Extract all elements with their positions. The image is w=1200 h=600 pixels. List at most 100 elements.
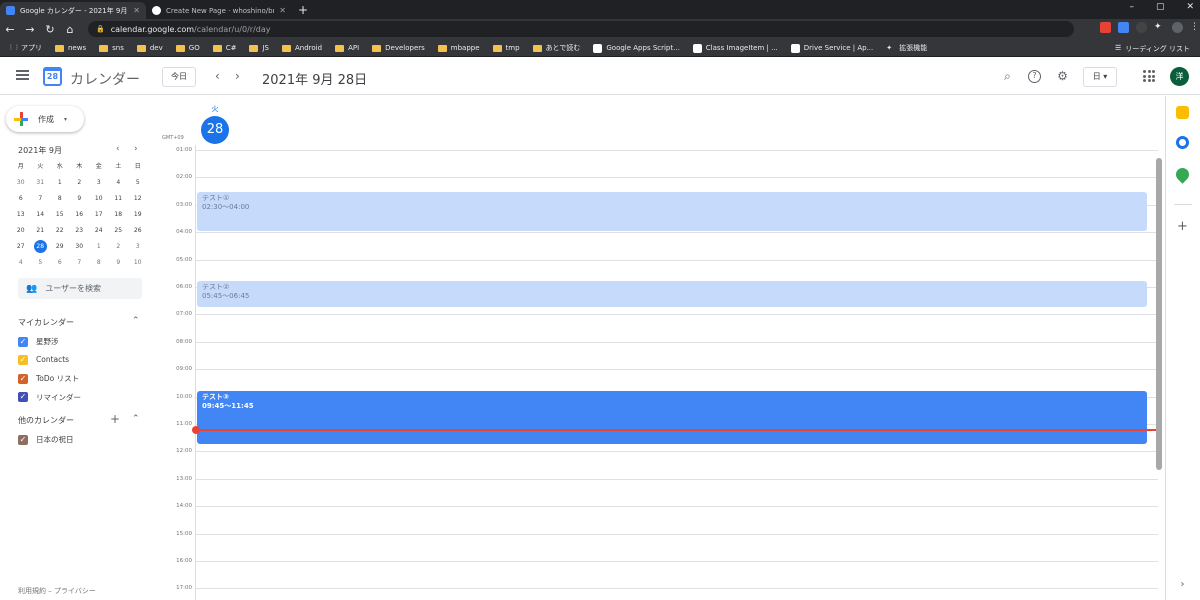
- reload-icon[interactable]: ↻: [40, 23, 60, 36]
- bookmark-item[interactable]: Class ImageItem | ...: [692, 43, 778, 53]
- bookmark-item[interactable]: sns: [99, 44, 124, 52]
- other-calendars-title[interactable]: 他のカレンダー: [18, 415, 74, 426]
- bookmark-item[interactable]: ⋮⋮ アプリ: [8, 43, 42, 53]
- bookmark-item[interactable]: Android: [281, 44, 322, 52]
- bookmark-item[interactable]: ✦ 拡張機能: [886, 43, 927, 53]
- calendar-event[interactable]: テスト① 02:30～04:00: [197, 192, 1147, 232]
- bookmark-item[interactable]: C#: [212, 44, 236, 52]
- mini-day[interactable]: 2: [70, 175, 90, 191]
- gear-icon[interactable]: ⚙: [1056, 70, 1069, 83]
- my-calendars-title[interactable]: マイカレンダー: [18, 317, 74, 328]
- mini-day[interactable]: 21: [31, 223, 51, 239]
- mini-next-icon[interactable]: ›: [134, 144, 138, 154]
- mini-day[interactable]: 5: [31, 255, 51, 271]
- bookmark-item[interactable]: GO: [175, 44, 200, 52]
- menu-kebab-icon[interactable]: ⋮: [1190, 22, 1199, 33]
- bookmark-item[interactable]: JS: [249, 44, 269, 52]
- puzzle-icon[interactable]: ✦: [1154, 22, 1165, 33]
- avatar[interactable]: 洋: [1170, 67, 1189, 86]
- expand-panel-icon[interactable]: ›: [1176, 578, 1189, 591]
- mini-day[interactable]: 1: [50, 175, 70, 191]
- day-header[interactable]: 火 28: [195, 96, 235, 144]
- calendar-list-item[interactable]: ✓ 星野涉: [18, 336, 59, 347]
- mini-day[interactable]: 7: [70, 255, 90, 271]
- chevron-up-icon[interactable]: ⌃: [132, 316, 140, 326]
- mini-day[interactable]: 2: [109, 239, 129, 255]
- time-grid[interactable]: 01:00 02:00 03:00 04:00 05:00 06:00 07:00 08:00…: [176, 145, 1158, 600]
- bookmark-item[interactable]: dev: [136, 44, 163, 52]
- search-icon[interactable]: ⌕: [1001, 70, 1014, 83]
- mini-day[interactable]: 26: [128, 223, 148, 239]
- mini-day[interactable]: 5: [128, 175, 148, 191]
- day-number[interactable]: 28: [201, 116, 229, 144]
- bookmark-item[interactable]: tmp: [492, 44, 520, 52]
- mini-day[interactable]: 9: [109, 255, 129, 271]
- mini-day[interactable]: 27: [11, 239, 31, 255]
- profile-icon[interactable]: [1172, 22, 1183, 33]
- mini-day[interactable]: 20: [11, 223, 31, 239]
- translate-icon[interactable]: [1118, 22, 1129, 33]
- checkbox-icon[interactable]: ✓: [18, 373, 28, 384]
- mini-day[interactable]: 28: [31, 239, 51, 255]
- omnibox[interactable]: 🔒 calendar.google.com /calendar/u/0/r/da…: [88, 21, 1074, 37]
- mini-day[interactable]: 4: [11, 255, 31, 271]
- add-addon-icon[interactable]: +: [1176, 220, 1189, 233]
- reading-list-button[interactable]: ☰ リーディング リスト: [1115, 44, 1190, 54]
- mini-day[interactable]: 24: [89, 223, 109, 239]
- mini-day[interactable]: 14: [31, 207, 51, 223]
- create-button[interactable]: 作成 ▾: [6, 106, 84, 132]
- mini-day[interactable]: 17: [89, 207, 109, 223]
- calendar-event[interactable]: テスト③ 09:45～11:45: [197, 390, 1147, 444]
- extension-icon[interactable]: [1136, 22, 1147, 33]
- help-icon[interactable]: ?: [1028, 70, 1041, 83]
- mini-day[interactable]: 10: [128, 255, 148, 271]
- back-icon[interactable]: ←: [0, 23, 20, 36]
- mini-day[interactable]: 6: [50, 255, 70, 271]
- bookmark-item[interactable]: Google Apps Script...: [593, 43, 680, 53]
- mini-day[interactable]: 22: [50, 223, 70, 239]
- search-people-input[interactable]: 👥 ユーザーを検索: [18, 278, 142, 299]
- mini-day[interactable]: 9: [70, 191, 90, 207]
- mini-day[interactable]: 31: [31, 175, 51, 191]
- selected-day[interactable]: 28: [33, 240, 47, 253]
- mini-prev-icon[interactable]: ‹: [116, 144, 120, 154]
- bookmark-item[interactable]: API: [335, 44, 359, 52]
- calendar-list-item[interactable]: ✓ 日本の祝日: [18, 434, 74, 445]
- mini-day[interactable]: 3: [128, 239, 148, 255]
- mini-day[interactable]: 7: [31, 191, 51, 207]
- close-tab-icon[interactable]: ✕: [133, 6, 140, 15]
- mini-day[interactable]: 13: [11, 207, 31, 223]
- maps-icon[interactable]: [1173, 165, 1192, 184]
- calendar-list-item[interactable]: ✓ リマインダー: [18, 392, 81, 403]
- prev-day-icon[interactable]: ‹: [215, 69, 220, 83]
- bookmark-item[interactable]: mbappe: [437, 44, 480, 52]
- mini-day[interactable]: 8: [89, 255, 109, 271]
- checkbox-icon[interactable]: ✓: [18, 336, 28, 347]
- keep-icon[interactable]: [1176, 106, 1189, 119]
- chevron-up-icon[interactable]: ⌃: [132, 414, 140, 424]
- mini-day[interactable]: 10: [89, 191, 109, 207]
- checkbox-icon[interactable]: ✓: [18, 392, 28, 402]
- mini-day[interactable]: 18: [109, 207, 129, 223]
- checkbox-icon[interactable]: ✓: [18, 434, 28, 445]
- footer-links[interactable]: 利用規約 – プライバシー: [18, 586, 96, 596]
- bookmark-item[interactable]: news: [55, 44, 86, 52]
- maximize-icon[interactable]: ▢: [1156, 2, 1165, 12]
- today-button[interactable]: 今日: [162, 67, 196, 87]
- app-name[interactable]: カレンダー: [70, 69, 140, 89]
- view-selector[interactable]: 日 ▾: [1083, 67, 1117, 87]
- mini-day[interactable]: 30: [11, 175, 31, 191]
- calendar-list-item[interactable]: ✓ ToDo リスト: [18, 373, 79, 384]
- tab-google-calendar[interactable]: Google カレンダー - 2021年 9月 28日 ✕: [0, 2, 146, 19]
- mini-day[interactable]: 23: [70, 223, 90, 239]
- close-window-icon[interactable]: ✕: [1186, 2, 1194, 12]
- scrollbar[interactable]: [1156, 158, 1162, 470]
- minimize-icon[interactable]: –: [1129, 2, 1134, 12]
- mini-day[interactable]: 25: [109, 223, 129, 239]
- mini-day[interactable]: 12: [128, 191, 148, 207]
- next-day-icon[interactable]: ›: [235, 69, 240, 83]
- checkbox-icon[interactable]: ✓: [18, 354, 28, 365]
- calendar-event[interactable]: テスト② 05:45～06:45: [197, 281, 1147, 307]
- tab-create-new-page[interactable]: Create New Page · whoshino/bro ✕: [146, 2, 292, 19]
- mini-day[interactable]: 30: [70, 239, 90, 255]
